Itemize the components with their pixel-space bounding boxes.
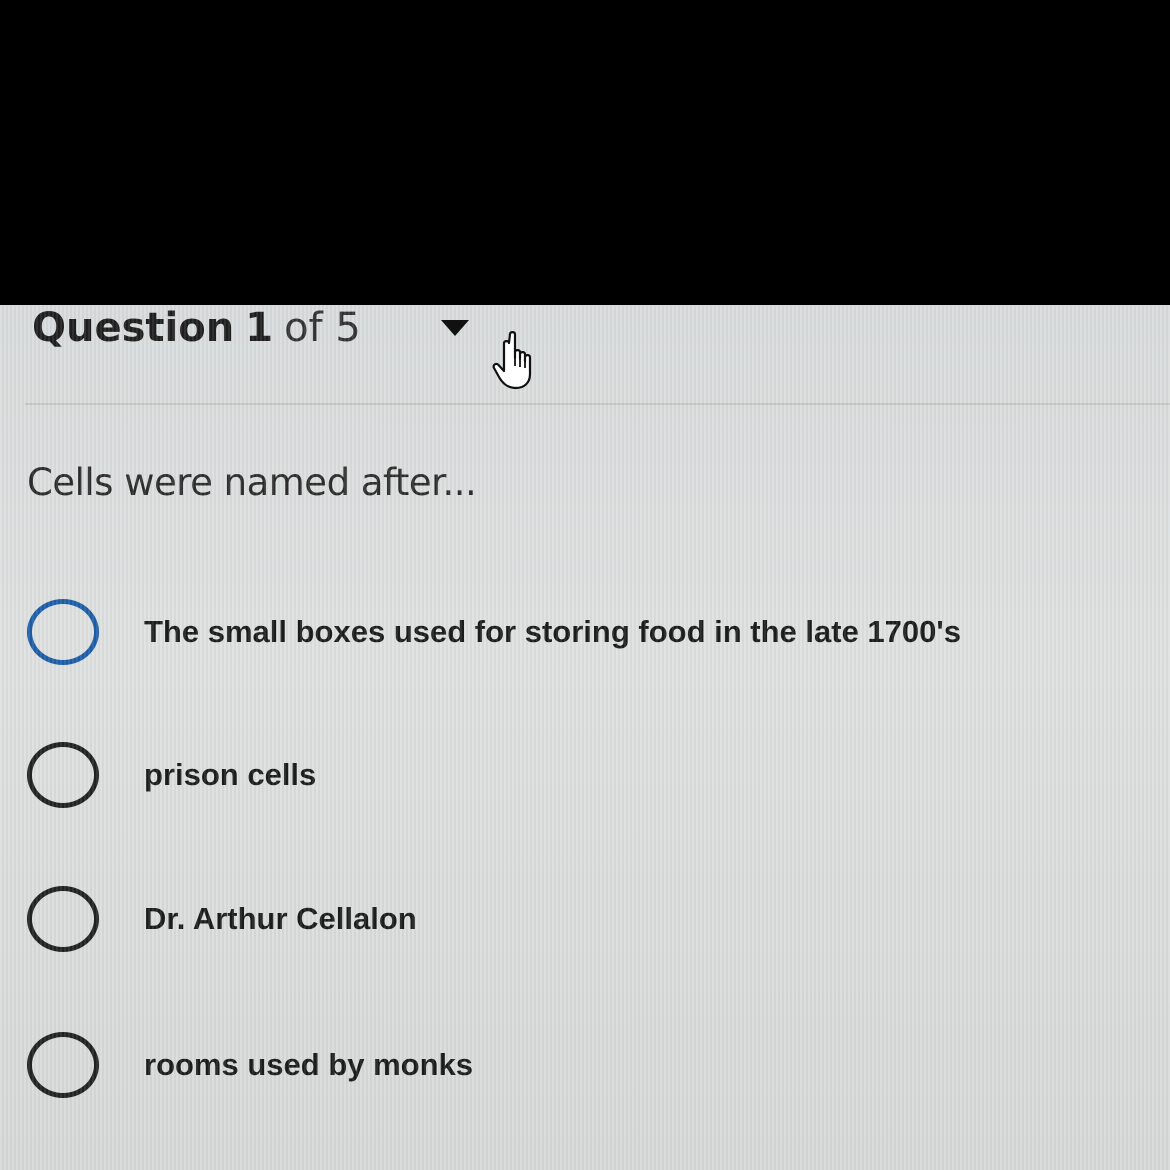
- question-number: 1: [245, 305, 274, 351]
- radio-button[interactable]: [27, 1032, 99, 1098]
- answer-option-label: rooms used by monks: [144, 1047, 474, 1082]
- answer-option-label: prison cells: [144, 757, 317, 792]
- hand-pointer-icon: [492, 331, 532, 390]
- radio-button[interactable]: [27, 742, 99, 808]
- question-total: of 5: [284, 305, 361, 351]
- question-prompt: Cells were named after...: [27, 461, 477, 504]
- answer-option-2[interactable]: prison cells: [27, 742, 316, 808]
- answer-option-3[interactable]: Dr. Arthur Cellalon: [27, 886, 417, 952]
- quiz-screen: Question 1 of 5 Cells were named after..…: [0, 305, 1170, 1170]
- radio-button[interactable]: [27, 886, 99, 952]
- radio-button[interactable]: [27, 599, 99, 665]
- black-top-region: [0, 0, 1170, 305]
- header-divider: [25, 403, 1170, 405]
- caret-down-icon[interactable]: [441, 320, 469, 336]
- question-header: Question 1 of 5: [32, 305, 361, 351]
- answer-option-1[interactable]: The small boxes used for storing food in…: [27, 599, 961, 665]
- answer-option-label: Dr. Arthur Cellalon: [144, 901, 417, 936]
- question-word: Question: [32, 305, 235, 351]
- answer-option-4[interactable]: rooms used by monks: [27, 1032, 473, 1098]
- answer-option-label: The small boxes used for storing food in…: [144, 614, 962, 649]
